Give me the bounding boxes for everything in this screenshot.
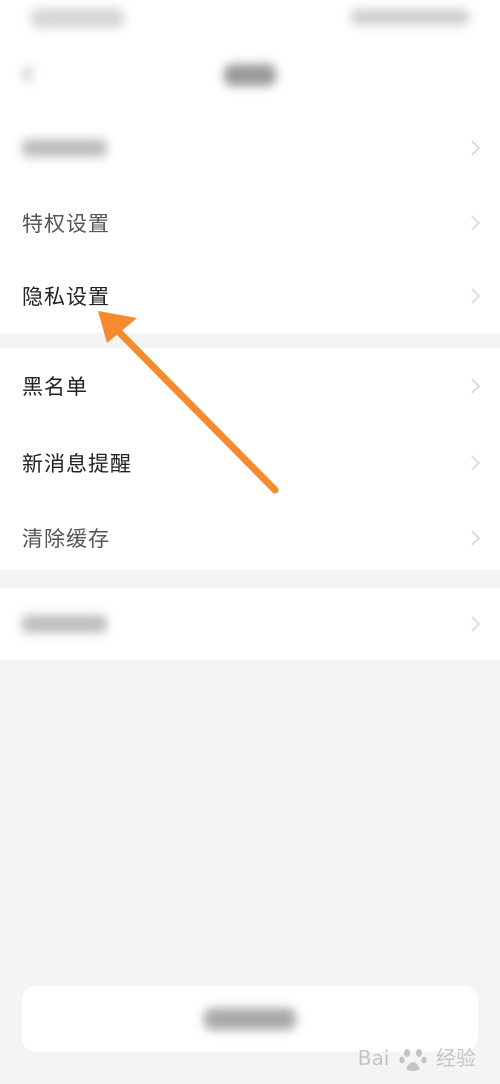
settings-row-hidden-top[interactable]: [0, 110, 500, 185]
settings-item-privileges[interactable]: 特权设置: [0, 185, 500, 260]
chevron-right-icon: [464, 529, 481, 546]
settings-group-header-top: [0, 110, 500, 185]
status-bar: [0, 0, 500, 40]
baidu-watermark: Bai 经验: [358, 1040, 476, 1076]
chevron-right-icon: [464, 287, 481, 304]
chevron-right-icon: [464, 139, 481, 156]
settings-item-label: 特权设置: [22, 211, 110, 236]
status-bar-right: [350, 9, 470, 25]
watermark-brand-right: 经验: [436, 1046, 476, 1070]
hidden-label: [22, 615, 107, 633]
status-bar-left: [30, 8, 125, 28]
settings-item-privacy[interactable]: 隐私设置: [0, 258, 500, 333]
settings-item-clear-cache[interactable]: 清除缓存: [0, 500, 500, 575]
paw-icon: [399, 1048, 427, 1071]
chevron-right-icon: [464, 616, 481, 632]
settings-item-notifications[interactable]: 新消息提醒: [0, 425, 500, 500]
page-title: [224, 64, 276, 86]
chevron-right-icon: [464, 214, 481, 231]
settings-group-2: 黑名单 新消息提醒 清除缓存: [0, 348, 500, 570]
settings-row-hidden-bottom[interactable]: [0, 588, 500, 660]
chevron-right-icon: [464, 377, 481, 394]
nav-bar: [0, 40, 500, 110]
settings-item-label: 黑名单: [22, 374, 88, 399]
chevron-right-icon: [464, 454, 481, 471]
settings-item-blacklist[interactable]: 黑名单: [0, 348, 500, 423]
settings-item-label: 清除缓存: [22, 526, 110, 551]
settings-group-1: 特权设置 隐私设置: [0, 185, 500, 333]
back-arrow-icon[interactable]: [18, 64, 38, 84]
logout-label: [204, 1008, 296, 1030]
hidden-label: [22, 138, 107, 157]
settings-item-label: 新消息提醒: [22, 451, 132, 476]
settings-group-3: [0, 588, 500, 660]
watermark-brand-left: Bai: [357, 1046, 390, 1070]
settings-item-label: 隐私设置: [22, 284, 110, 309]
